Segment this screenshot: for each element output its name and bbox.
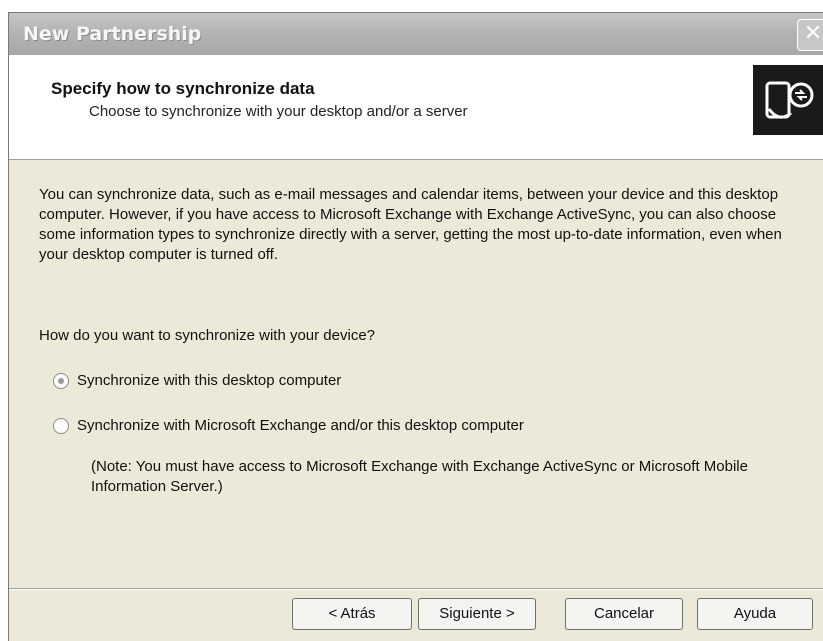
back-button[interactable]: < Atrás xyxy=(292,598,412,630)
option-desktop[interactable]: Synchronize with this desktop computer xyxy=(53,372,341,389)
footer-divider xyxy=(9,588,823,590)
option-desktop-label: Synchronize with this desktop computer xyxy=(77,372,342,389)
option-exchange[interactable]: Synchronize with Microsoft Exchange and/… xyxy=(53,417,524,434)
wizard-header: Specify how to synchronize data Choose t… xyxy=(9,55,823,160)
help-button[interactable]: Ayuda xyxy=(697,598,813,630)
window-title: New Partnership xyxy=(23,23,202,45)
header-title: Specify how to synchronize data xyxy=(51,79,315,98)
header-subtitle: Choose to synchronize with your desktop … xyxy=(89,103,468,120)
radio-exchange[interactable] xyxy=(53,417,69,434)
option-exchange-label: Synchronize with Microsoft Exchange and/… xyxy=(77,417,524,434)
sync-partnership-icon xyxy=(753,65,823,135)
sync-question: How do you want to synchronize with your… xyxy=(39,327,376,344)
description-text: You can synchronize data, such as e-mail… xyxy=(39,186,782,263)
radio-desktop[interactable] xyxy=(53,372,69,389)
exchange-note: (Note: You must have access to Microsoft… xyxy=(91,458,748,495)
title-bar[interactable]: New Partnership ✕ xyxy=(9,13,823,55)
cancel-button[interactable]: Cancelar xyxy=(565,598,683,630)
new-partnership-dialog: New Partnership ✕ Specify how to synchro… xyxy=(8,12,823,641)
close-button[interactable]: ✕ xyxy=(797,19,823,51)
next-button[interactable]: Siguiente > xyxy=(418,598,536,630)
